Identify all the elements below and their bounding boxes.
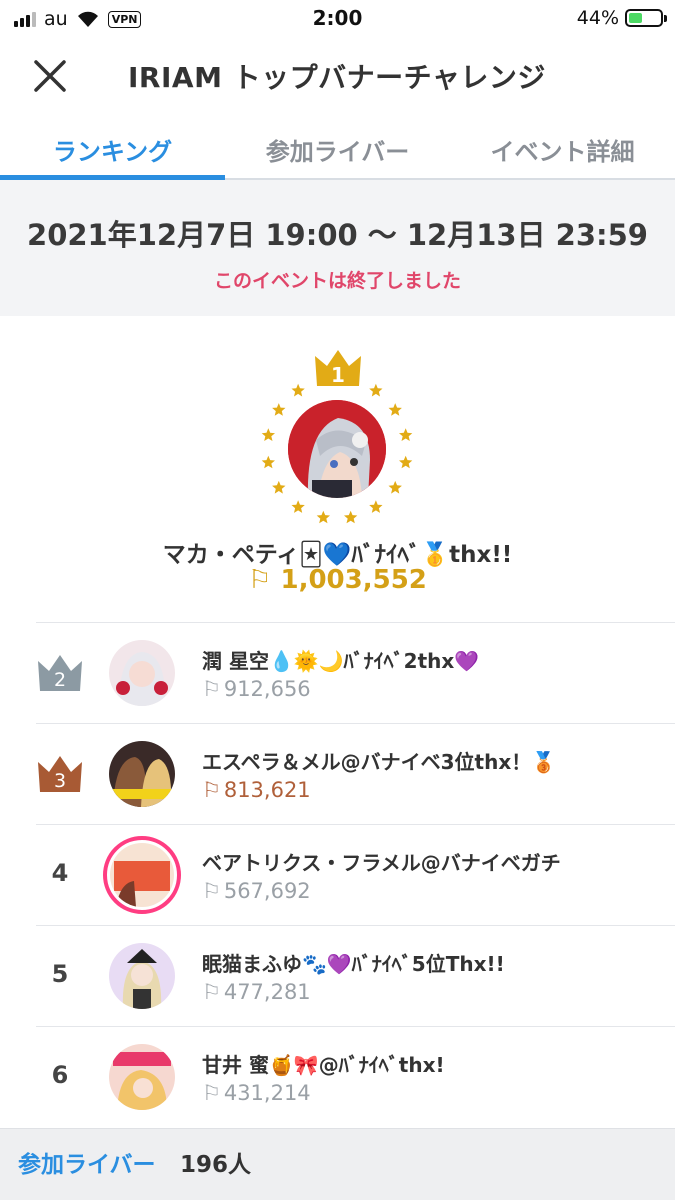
crown-icon: 3 xyxy=(38,756,82,792)
rank-number: 2 xyxy=(54,669,66,691)
tab-ranking[interactable]: ランキング xyxy=(0,114,225,180)
score-value: 912,656 xyxy=(223,677,311,701)
avatar[interactable] xyxy=(109,943,175,1009)
liver-score: ⚐ 477,281 xyxy=(202,980,311,1004)
star-icon xyxy=(388,403,402,416)
liver-score: ⚐ 813,621 xyxy=(202,778,311,802)
flag-icon: ⚐ xyxy=(202,879,221,903)
liver-name: 眠猫まふゆ🐾💜ﾊﾞﾅｲﾍﾞ5位Thx!! xyxy=(202,952,505,976)
score-value: 477,281 xyxy=(223,980,311,1004)
event-period: 2021年12月7日 19:00 〜 12月13日 23:59 xyxy=(27,218,648,252)
avatar[interactable] xyxy=(109,1044,175,1110)
participants-link[interactable]: 参加ライバー xyxy=(18,1145,156,1179)
star-icon xyxy=(272,480,286,494)
star-icon xyxy=(369,500,383,513)
rank-number: 5 xyxy=(51,960,69,988)
star-icon xyxy=(261,455,275,469)
star-icon xyxy=(399,455,413,469)
tab-event-details[interactable]: イベント詳細 xyxy=(450,114,675,178)
rank-number: 4 xyxy=(51,859,69,887)
participants-footer[interactable]: 参加ライバー 196人 xyxy=(0,1128,675,1200)
star-icon xyxy=(399,428,413,441)
star-icon xyxy=(291,383,305,397)
close-icon xyxy=(34,60,66,92)
avatar[interactable] xyxy=(109,640,175,706)
star-icon xyxy=(291,500,305,513)
battery-percent: 44% xyxy=(576,7,619,29)
list-item[interactable]: 4 ベアトリクス・フラメル@バナイベガチ ⚐ 567,692 xyxy=(36,824,675,925)
tab-participants[interactable]: 参加ライバー xyxy=(225,114,450,178)
event-status: このイベントは終了しました xyxy=(213,270,461,292)
winner-name: マカ・ペティ🃏💙ﾊﾞﾅｲﾍﾞ🥇thx!! xyxy=(162,542,513,568)
participants-count: 196人 xyxy=(180,1152,252,1178)
avatar[interactable] xyxy=(103,836,181,914)
liver-score: ⚐ 431,214 xyxy=(202,1081,311,1105)
flag-icon: ⚐ xyxy=(248,565,272,595)
battery-icon xyxy=(625,9,667,27)
liver-name: 甘井 蜜🍯🎀@ﾊﾞﾅｲﾍﾞthx! xyxy=(202,1053,445,1077)
nav-bar: IRIAM トップバナーチャレンジ xyxy=(0,38,675,114)
flag-icon: ⚐ xyxy=(202,980,221,1004)
rank-number: 3 xyxy=(54,770,66,792)
winner-avatar[interactable] xyxy=(288,400,386,498)
flag-icon: ⚐ xyxy=(202,778,221,802)
liver-score: ⚐ 567,692 xyxy=(202,879,311,903)
list-item[interactable]: 6 甘井 蜜🍯🎀@ﾊﾞﾅｲﾍﾞthx! ⚐ 431,214 xyxy=(36,1026,675,1127)
list-item[interactable]: 3 エスペラ＆メル@バナイベ3位thx！🥉 ⚐ 813,621 xyxy=(36,723,675,824)
winner-score: ⚐ 1,003,552 xyxy=(0,565,675,595)
star-icon xyxy=(261,428,275,441)
status-bar: au VPN 2:00 44% xyxy=(0,0,675,38)
score-value: 431,214 xyxy=(223,1081,311,1105)
star-icon xyxy=(344,510,358,524)
star-icon xyxy=(388,480,402,494)
star-icon xyxy=(369,383,383,397)
rank-number: 6 xyxy=(51,1061,69,1089)
star-icon xyxy=(272,403,286,416)
score-value: 567,692 xyxy=(223,879,311,903)
ranking-list: 2 潤 星空💧🌞🌙ﾊﾞﾅｲﾍﾞ2thx💜 ⚐ 912,656 3 エスペラ＆メル@… xyxy=(0,622,675,1127)
page-title: IRIAM トップバナーチャレンジ xyxy=(128,61,546,94)
avatar[interactable] xyxy=(109,741,175,807)
crown-icon: 2 xyxy=(38,655,82,691)
winner-score-value: 1,003,552 xyxy=(280,565,427,595)
avatar-image xyxy=(288,400,386,498)
liver-name: 潤 星空💧🌞🌙ﾊﾞﾅｲﾍﾞ2thx💜 xyxy=(202,649,480,673)
list-item[interactable]: 5 眠猫まふゆ🐾💜ﾊﾞﾅｲﾍﾞ5位Thx!! ⚐ 477,281 xyxy=(36,925,675,1026)
flag-icon: ⚐ xyxy=(202,677,221,701)
tab-bar: ランキング 参加ライバー イベント詳細 xyxy=(0,114,675,180)
star-icon xyxy=(316,510,330,524)
score-value: 813,621 xyxy=(223,778,311,802)
event-period-section: 2021年12月7日 19:00 〜 12月13日 23:59 このイベントは終… xyxy=(0,180,675,316)
liver-name: エスペラ＆メル@バナイベ3位thx！🥉 xyxy=(202,750,557,774)
liver-score: ⚐ 912,656 xyxy=(202,677,311,701)
status-time: 2:00 xyxy=(312,6,363,30)
status-right: 44% xyxy=(576,7,667,29)
close-button[interactable] xyxy=(28,54,72,98)
liver-name: ベアトリクス・フラメル@バナイベガチ xyxy=(202,851,561,875)
flag-icon: ⚐ xyxy=(202,1081,221,1105)
list-item[interactable]: 2 潤 星空💧🌞🌙ﾊﾞﾅｲﾍﾞ2thx💜 ⚐ 912,656 xyxy=(36,622,675,723)
